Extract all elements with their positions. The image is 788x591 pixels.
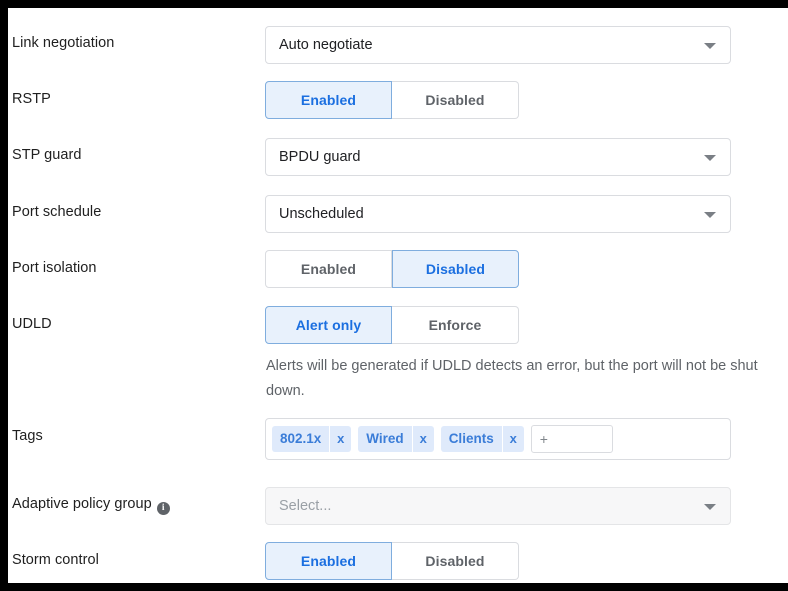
rstp-option-disabled[interactable]: Disabled	[392, 81, 519, 119]
label-stp-guard: STP guard	[12, 147, 82, 163]
chevron-down-icon	[704, 155, 716, 161]
tag-chip[interactable]: Clients x	[440, 426, 524, 452]
form-row-udld: UDLD Alert only Enforce	[8, 303, 788, 351]
label-tags: Tags	[12, 428, 43, 444]
label-adaptive-policy-group: Adaptive policy group i	[12, 496, 170, 515]
tag-chip-label: Clients	[448, 431, 494, 446]
label-link-negotiation: Link negotiation	[12, 35, 115, 51]
adaptive-policy-group-placeholder: Select...	[279, 498, 332, 514]
udld-option-alert-only[interactable]: Alert only	[265, 306, 392, 344]
port-schedule-value: Unscheduled	[279, 206, 364, 222]
tag-chip-label: 802.1x	[280, 431, 322, 446]
label-storm-control: Storm control	[12, 552, 99, 568]
tag-chip-label: Wired	[366, 431, 404, 446]
form-row-stp-guard: STP guard BPDU guard	[8, 134, 788, 182]
form-row-port-schedule: Port schedule Unscheduled	[8, 191, 788, 239]
udld-option-enforce[interactable]: Enforce	[392, 306, 519, 344]
storm-control-toggle-group: Enabled Disabled	[265, 542, 519, 580]
rstp-toggle-group: Enabled Disabled	[265, 81, 519, 119]
tag-add-input[interactable]: +	[530, 425, 613, 453]
chevron-down-icon	[704, 212, 716, 218]
stp-guard-value: BPDU guard	[279, 149, 361, 165]
storm-control-option-disabled[interactable]: Disabled	[392, 542, 519, 580]
form-row-adaptive-policy-group: Adaptive policy group i Select...	[8, 483, 788, 531]
port-isolation-toggle-group: Enabled Disabled	[265, 250, 519, 288]
chevron-down-icon	[704, 43, 716, 49]
link-negotiation-select[interactable]: Auto negotiate	[265, 26, 731, 64]
tag-chip-list: 802.1x x Wired x Clients x +	[272, 424, 724, 454]
tag-chip[interactable]: Wired x	[358, 426, 434, 452]
stp-guard-select[interactable]: BPDU guard	[265, 138, 731, 176]
udld-toggle-group: Alert only Enforce	[265, 306, 519, 344]
port-schedule-select[interactable]: Unscheduled	[265, 195, 731, 233]
rstp-option-enabled[interactable]: Enabled	[265, 81, 392, 119]
info-icon[interactable]: i	[156, 502, 170, 515]
chevron-down-icon	[704, 504, 716, 510]
adaptive-policy-group-select[interactable]: Select...	[265, 487, 731, 525]
adaptive-policy-group-label-text: Adaptive policy group	[12, 496, 152, 512]
tag-remove-icon[interactable]: x	[329, 426, 351, 452]
port-isolation-option-disabled[interactable]: Disabled	[392, 250, 519, 288]
form-row-link-negotiation: Link negotiation Auto negotiate	[8, 22, 788, 70]
tag-chip[interactable]: 802.1x x	[272, 426, 352, 452]
tags-field[interactable]: 802.1x x Wired x Clients x +	[265, 418, 731, 460]
screenshot-frame: Link negotiation Auto negotiate RSTP Ena…	[0, 0, 788, 591]
form-row-rstp: RSTP Enabled Disabled	[8, 78, 788, 126]
label-port-isolation: Port isolation	[12, 260, 97, 276]
form-row-storm-control: Storm control Enabled Disabled	[8, 539, 788, 583]
link-negotiation-value: Auto negotiate	[279, 37, 373, 53]
tag-remove-icon[interactable]: x	[411, 426, 434, 452]
udld-help-text: Alerts will be generated if UDLD detects…	[266, 358, 758, 399]
form-row-tags: Tags 802.1x x Wired x Clients x +	[8, 415, 788, 467]
port-settings-form: Link negotiation Auto negotiate RSTP Ena…	[8, 8, 788, 583]
port-isolation-option-enabled[interactable]: Enabled	[265, 250, 392, 288]
label-udld: UDLD	[12, 316, 52, 332]
label-rstp: RSTP	[12, 91, 51, 107]
plus-icon: +	[539, 431, 548, 447]
form-row-port-isolation: Port isolation Enabled Disabled	[8, 247, 788, 295]
label-port-schedule: Port schedule	[12, 204, 102, 220]
tag-remove-icon[interactable]: x	[501, 426, 524, 452]
storm-control-option-enabled[interactable]: Enabled	[265, 542, 392, 580]
